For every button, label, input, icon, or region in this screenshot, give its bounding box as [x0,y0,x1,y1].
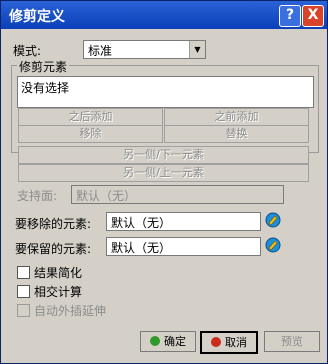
chevron-down-icon[interactable]: ▼ [189,41,205,58]
add-before-button[interactable]: 之前添加 [164,108,309,126]
mode-value: 标准 [88,44,113,58]
intersection-compute-label: 相交计算 [34,285,83,299]
other-side-prev-button[interactable]: 另一侧/上一元素 [18,164,309,182]
simplify-result-label: 结果简化 [34,266,83,280]
keep-elements-field[interactable]: 默认（无） [106,237,261,256]
ok-dot-icon [150,336,160,346]
simplify-result-checkbox[interactable] [17,266,30,279]
replace-button[interactable]: 替换 [164,125,309,143]
keep-elements-label: 要保留的元素: [15,242,92,256]
cancel-label: 取消 [225,336,247,349]
add-after-button[interactable]: 之后添加 [18,108,163,126]
trim-elements-group-title: 修剪元素 [17,58,70,75]
mode-label: 模式: [13,44,42,58]
auto-extrapolate-label: 自动外插延伸 [34,304,107,318]
remove-button[interactable]: 移除 [18,125,163,143]
ok-button[interactable]: 确定 [140,331,196,352]
keep-elements-value: 默认（无） [111,241,172,255]
support-label: 支持面: [17,189,58,203]
mode-select[interactable]: 标准 ▼ [83,40,206,59]
trim-elements-list-text: 没有选择 [21,81,70,95]
remove-elements-label: 要移除的元素: [15,217,92,231]
trim-elements-list[interactable]: 没有选择 [17,76,314,108]
support-field: 默认（无） [71,185,284,204]
auto-extrapolate-checkbox [17,304,30,317]
title-bar: 修剪定义 ? X [1,1,327,29]
dialog-title: 修剪定义 [9,9,65,25]
remove-elements-value: 默认（无） [111,216,172,230]
selection-icon[interactable] [263,236,283,254]
cancel-button[interactable]: 取消 [200,331,258,354]
ok-label: 确定 [164,335,186,348]
other-side-next-button[interactable]: 另一侧/下一元素 [18,146,309,164]
remove-elements-field[interactable]: 默认（无） [106,212,261,231]
support-value: 默认（无） [76,189,137,203]
preview-button[interactable]: 预览 [264,331,320,352]
cancel-dot-icon [211,337,221,347]
intersection-compute-checkbox[interactable] [17,285,30,298]
trim-definition-dialog: 修剪定义 ? X 模式: 标准 ▼ 修剪元素 没有选择 之后添加 之前添加 移除… [0,0,328,364]
close-button[interactable]: X [302,5,324,27]
help-button[interactable]: ? [279,5,301,27]
selection-icon[interactable] [263,211,283,229]
